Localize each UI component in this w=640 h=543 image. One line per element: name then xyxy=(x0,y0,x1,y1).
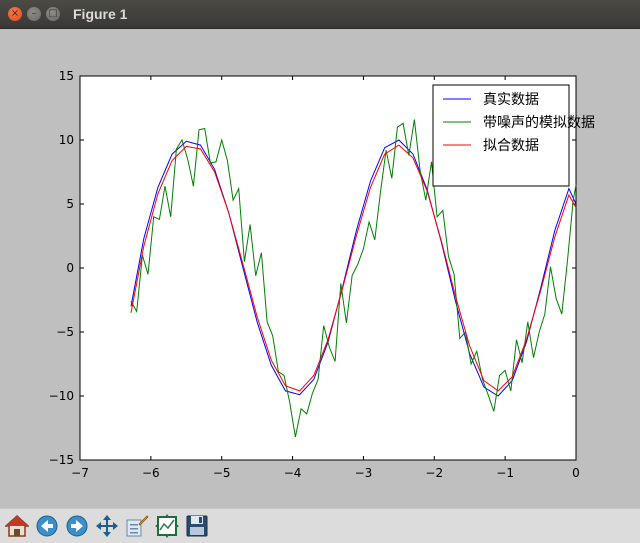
x-tick-label: −3 xyxy=(355,466,373,480)
legend-label: 真实数据 xyxy=(483,92,539,108)
y-tick-label: −10 xyxy=(49,389,74,403)
x-tick-label: −2 xyxy=(425,466,443,480)
y-tick-label: 5 xyxy=(66,197,74,211)
x-tick-label: 0 xyxy=(572,466,580,480)
y-tick-label: 0 xyxy=(66,261,74,275)
x-tick-label: −1 xyxy=(496,466,514,480)
zoom-icon[interactable] xyxy=(124,513,150,539)
forward-icon[interactable] xyxy=(64,513,90,539)
x-tick-label: −4 xyxy=(284,466,302,480)
subplots-icon[interactable] xyxy=(154,513,180,539)
close-icon[interactable]: × xyxy=(8,7,22,21)
x-tick-label: −7 xyxy=(71,466,89,480)
maximize-icon[interactable]: □ xyxy=(46,7,60,21)
pan-icon[interactable] xyxy=(94,513,120,539)
navigation-toolbar xyxy=(0,508,640,543)
window-titlebar: × – □ Figure 1 xyxy=(0,0,640,29)
legend-label: 带噪声的模拟数据 xyxy=(483,115,595,131)
y-tick-label: 10 xyxy=(59,133,74,147)
legend-label: 拟合数据 xyxy=(483,138,539,154)
minimize-icon[interactable]: – xyxy=(27,7,41,21)
x-tick-label: −5 xyxy=(213,466,231,480)
window-title: Figure 1 xyxy=(73,6,128,22)
home-icon[interactable] xyxy=(4,513,30,539)
figure-canvas: −7 −6 −5 −4 −3 −2 −1 0 −15 −10 −5 0 5 10 15 真实数据 带噪声的模拟… xyxy=(0,28,640,508)
back-icon[interactable] xyxy=(34,513,60,539)
y-tick-label: 15 xyxy=(59,69,74,83)
x-tick-label: −6 xyxy=(142,466,160,480)
y-tick-label: −15 xyxy=(49,453,74,467)
line-chart: −7 −6 −5 −4 −3 −2 −1 0−15−10−5051015 真实数据带噪声的模拟… xyxy=(49,69,595,480)
save-icon[interactable] xyxy=(184,513,210,539)
y-tick-label: −5 xyxy=(56,325,74,339)
